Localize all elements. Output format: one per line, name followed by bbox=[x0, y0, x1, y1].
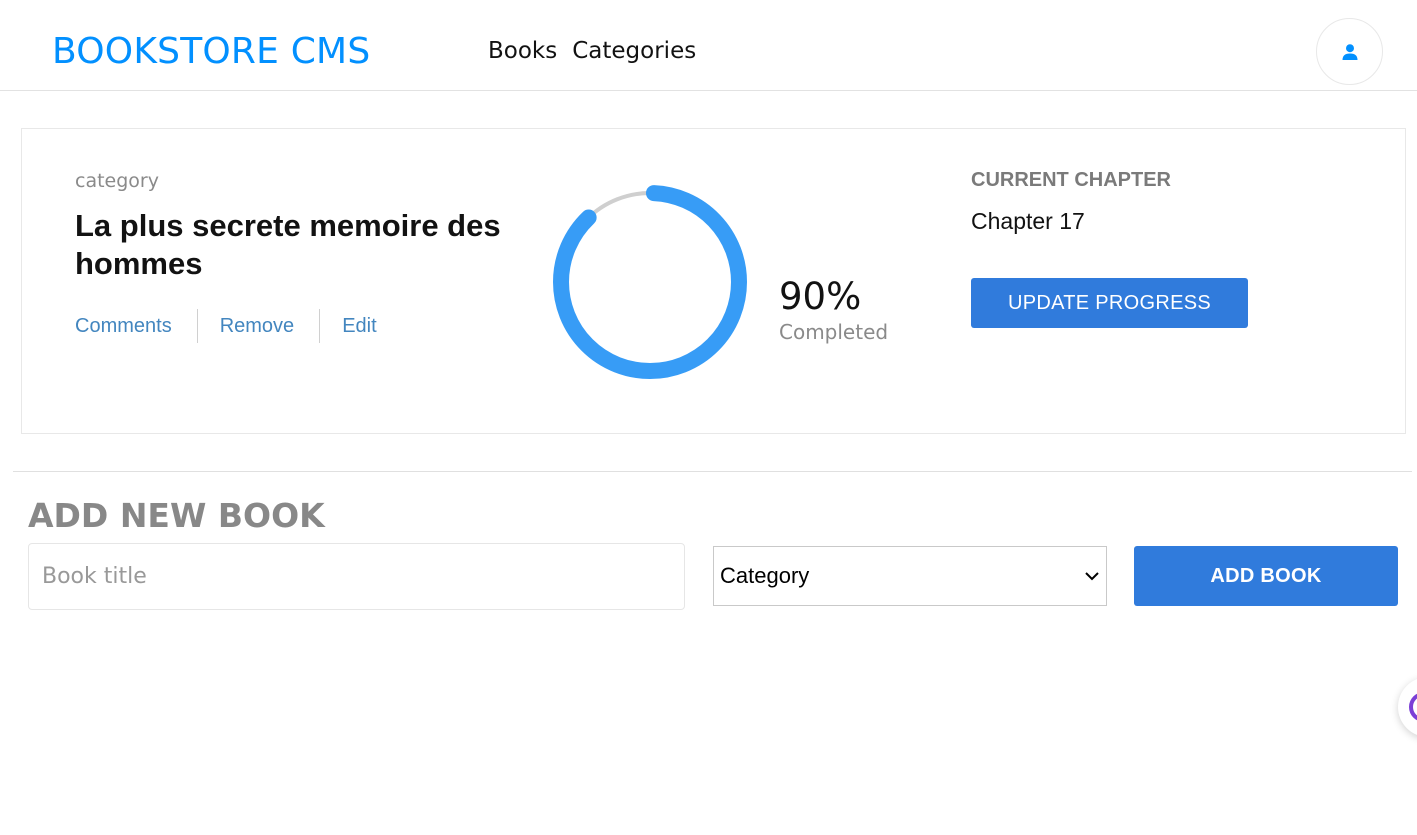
update-progress-button[interactable]: UPDATE PROGRESS bbox=[971, 278, 1248, 328]
top-header: BOOKSTORE CMS Books Categories bbox=[0, 0, 1417, 91]
main-nav: Books Categories bbox=[488, 36, 696, 66]
book-actions: Comments Remove Edit bbox=[75, 309, 377, 343]
progress-ring bbox=[553, 185, 747, 379]
section-divider bbox=[13, 471, 1412, 472]
progress-percent: 90% bbox=[779, 275, 862, 318]
brand-logo[interactable]: BOOKSTORE CMS bbox=[52, 30, 370, 74]
book-title-input[interactable] bbox=[28, 543, 685, 610]
remove-button[interactable]: Remove bbox=[220, 313, 294, 339]
chat-widget-icon bbox=[1409, 692, 1417, 722]
comments-button[interactable]: Comments bbox=[75, 313, 172, 339]
book-category: category bbox=[75, 170, 159, 192]
book-card: category La plus secrete memoire des hom… bbox=[21, 128, 1406, 434]
user-profile-button[interactable] bbox=[1316, 18, 1383, 85]
add-book-button[interactable]: ADD BOOK bbox=[1134, 546, 1398, 606]
nav-categories-link[interactable]: Categories bbox=[572, 36, 696, 66]
action-divider bbox=[319, 309, 321, 343]
form-title: ADD NEW BOOK bbox=[28, 496, 325, 535]
book-title: La plus secrete memoire des hommes bbox=[75, 208, 501, 281]
chat-widget-button[interactable] bbox=[1398, 677, 1417, 737]
edit-button[interactable]: Edit bbox=[342, 313, 376, 339]
category-select-value: Category bbox=[720, 563, 810, 588]
current-chapter-label: CURRENT CHAPTER bbox=[971, 169, 1171, 191]
nav-books-link[interactable]: Books bbox=[488, 36, 557, 66]
progress-ring-arc bbox=[553, 185, 747, 379]
action-divider bbox=[196, 309, 198, 343]
completed-label: Completed bbox=[779, 320, 889, 344]
category-select[interactable]: Category bbox=[713, 546, 1107, 606]
current-chapter-value: Chapter 17 bbox=[971, 208, 1085, 234]
chevron-down-icon bbox=[1085, 572, 1099, 581]
user-icon bbox=[1342, 43, 1357, 60]
